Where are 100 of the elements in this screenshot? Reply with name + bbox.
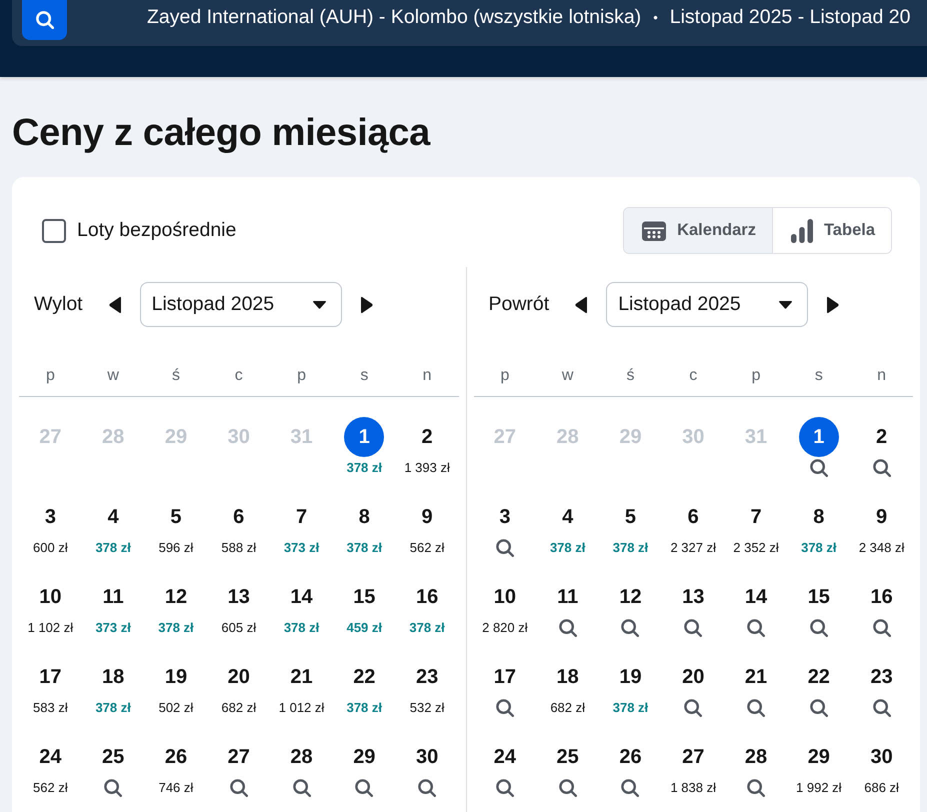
day-number[interactable]: 28 [744, 745, 768, 769]
day-number[interactable]: 5 [170, 505, 182, 529]
price-label: 378 zł [346, 460, 382, 476]
day-number[interactable]: 16 [416, 585, 438, 609]
day-number[interactable]: 25 [556, 745, 579, 769]
checkbox[interactable] [42, 218, 66, 242]
day-number[interactable]: 7 [750, 505, 762, 529]
day-number[interactable]: 4 [108, 505, 119, 529]
search-icon[interactable] [104, 779, 122, 797]
search-icon[interactable] [558, 619, 577, 637]
day-number[interactable]: 20 [228, 665, 250, 689]
day-number[interactable]: 19 [619, 665, 642, 689]
day-number[interactable]: 28 [290, 745, 313, 769]
day-number[interactable]: 12 [619, 585, 642, 609]
search-icon[interactable] [558, 779, 577, 797]
price-label: 1 393 zł [404, 460, 450, 476]
search-icon[interactable] [872, 459, 891, 477]
price-label: 502 zł [158, 700, 194, 716]
day-number[interactable]: 8 [358, 505, 370, 529]
search-icon[interactable] [355, 779, 374, 797]
search-icon[interactable] [747, 699, 766, 717]
search-icon[interactable] [810, 619, 828, 637]
search-button[interactable] [22, 0, 67, 40]
day-number[interactable]: 2 [876, 425, 888, 449]
day-number[interactable]: 15 [353, 585, 376, 609]
day-number[interactable]: 24 [39, 745, 62, 769]
search-icon[interactable] [684, 619, 702, 637]
search-icon[interactable] [621, 619, 640, 637]
day-number[interactable]: 29 [353, 745, 376, 769]
day-number[interactable]: 30 [870, 745, 893, 769]
search-icon[interactable] [872, 699, 891, 717]
view-tab[interactable]: Kalendarz [624, 208, 772, 253]
day-number[interactable]: 15 [808, 585, 830, 609]
day-number[interactable]: 23 [416, 665, 438, 689]
search-icon[interactable] [810, 699, 828, 717]
search-icon[interactable] [292, 779, 311, 797]
day-number[interactable]: 17 [494, 665, 516, 689]
day-number[interactable]: 16 [870, 585, 893, 609]
calendar-label: Powrót [488, 292, 550, 317]
day-number[interactable]: 13 [228, 585, 250, 609]
day-number: 31 [290, 425, 313, 449]
search-icon[interactable] [747, 779, 766, 797]
day-number[interactable]: 9 [422, 505, 433, 529]
day-number[interactable]: 10 [494, 585, 516, 609]
search-icon[interactable] [747, 619, 766, 637]
day-number[interactable]: 6 [233, 505, 244, 529]
day-number[interactable]: 1 [344, 417, 384, 457]
search-icon[interactable] [872, 619, 891, 637]
search-icon[interactable] [496, 699, 514, 717]
day-number[interactable]: 17 [39, 665, 62, 689]
day-number[interactable]: 18 [556, 665, 579, 689]
day-number[interactable]: 24 [494, 745, 516, 769]
day-number[interactable]: 11 [557, 585, 578, 609]
day-number[interactable]: 8 [813, 505, 824, 529]
day-number[interactable]: 23 [870, 665, 893, 689]
price-label: 562 zł [33, 780, 68, 796]
day-number[interactable]: 12 [164, 585, 188, 609]
day-number[interactable]: 26 [619, 745, 642, 769]
day-number[interactable]: 4 [562, 505, 574, 529]
day-number[interactable]: 18 [102, 665, 124, 689]
month-dropdown[interactable]: Listopad 2025 [606, 282, 808, 327]
day-number[interactable]: 14 [744, 585, 768, 609]
day-number[interactable]: 20 [682, 665, 704, 689]
price-label: 373 zł [284, 540, 320, 556]
search-icon[interactable] [684, 699, 702, 717]
search-icon[interactable] [418, 779, 436, 797]
day-number[interactable]: 27 [682, 745, 704, 769]
view-tab[interactable]: Tabela [772, 208, 891, 253]
caret-down-icon [312, 300, 326, 308]
day-number[interactable]: 11 [102, 585, 124, 609]
day-number[interactable]: 6 [688, 505, 699, 529]
day-number[interactable]: 9 [876, 505, 888, 529]
day-number[interactable]: 22 [808, 665, 830, 689]
day-number[interactable]: 10 [39, 585, 62, 609]
day-number[interactable]: 29 [808, 745, 830, 769]
day-number[interactable]: 30 [416, 745, 438, 769]
day-number[interactable]: 14 [290, 585, 313, 609]
search-icon[interactable] [496, 779, 514, 797]
day-number[interactable]: 2 [422, 425, 433, 449]
month-dropdown[interactable]: Listopad 2025 [140, 282, 342, 327]
search-icon[interactable] [621, 779, 640, 797]
day-number[interactable]: 22 [353, 665, 376, 689]
day-number[interactable]: 21 [290, 665, 313, 689]
day-number[interactable]: 25 [102, 745, 124, 769]
search-icon[interactable] [496, 539, 514, 557]
day-number[interactable]: 19 [164, 665, 188, 689]
day-number: 28 [556, 425, 579, 449]
calendar-label: Wylot [34, 292, 83, 317]
weekday-label: w [562, 366, 574, 386]
day-number[interactable]: 27 [228, 745, 250, 769]
day-number[interactable]: 3 [499, 505, 510, 529]
day-number[interactable]: 3 [44, 505, 56, 529]
day-number[interactable]: 26 [164, 745, 188, 769]
day-number[interactable]: 1 [798, 417, 839, 457]
search-icon[interactable] [230, 779, 248, 797]
day-number[interactable]: 21 [744, 665, 768, 689]
day-number[interactable]: 5 [624, 505, 636, 529]
search-icon[interactable] [810, 459, 828, 477]
day-number[interactable]: 13 [682, 585, 704, 609]
day-number[interactable]: 7 [296, 505, 308, 529]
